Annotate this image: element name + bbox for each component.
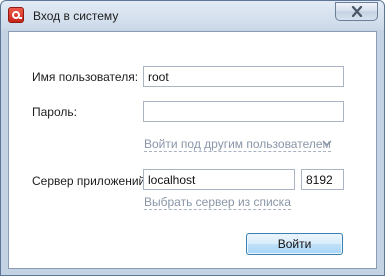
login-button[interactable]: Войти: [246, 233, 343, 255]
login-as-other-user-link[interactable]: Войти под другим пользователем: [144, 137, 331, 152]
login-window: Вход в систему Имя пользователя: root Па…: [0, 0, 385, 276]
username-label: Имя пользователя:: [32, 70, 139, 84]
chevron-down-icon[interactable]: [322, 139, 332, 147]
server-host-input[interactable]: localhost: [143, 169, 295, 190]
username-input[interactable]: root: [143, 66, 344, 87]
server-port-input[interactable]: 8192: [301, 169, 344, 190]
choose-server-link[interactable]: Выбрать сервер из списка: [144, 195, 291, 210]
window-title: Вход в систему: [33, 9, 119, 23]
close-icon: [351, 6, 362, 17]
password-input[interactable]: [143, 101, 344, 122]
title-bar[interactable]: Вход в систему: [1, 1, 384, 31]
app-logo-icon: [8, 7, 24, 23]
dialog-body: Имя пользователя: root Пароль: Войти под…: [8, 31, 377, 269]
close-button[interactable]: [335, 2, 378, 21]
password-label: Пароль:: [32, 105, 77, 119]
server-label: Сервер приложений:: [32, 174, 149, 188]
